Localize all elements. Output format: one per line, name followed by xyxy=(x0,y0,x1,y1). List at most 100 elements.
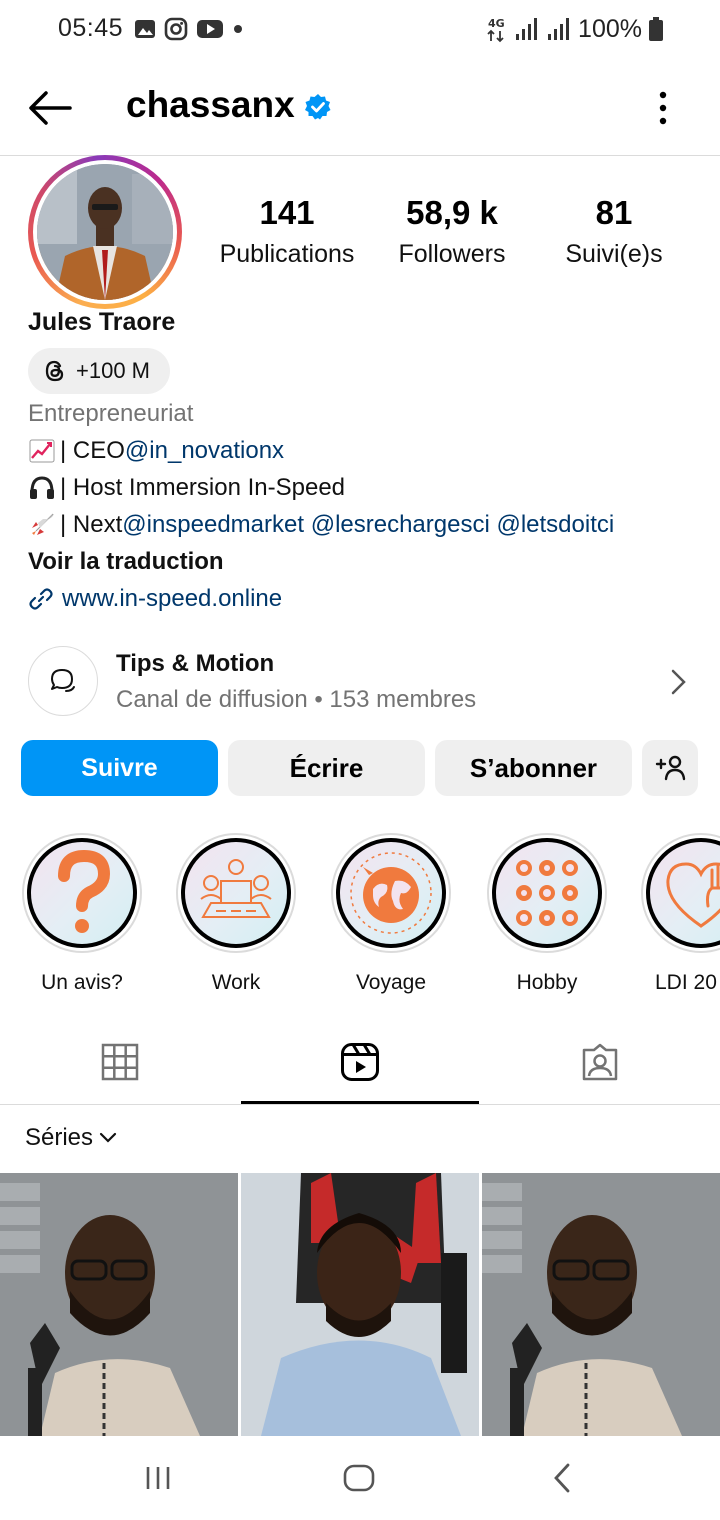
tagged-icon xyxy=(582,1043,618,1081)
grid-icon xyxy=(101,1043,139,1081)
tab-tagged[interactable] xyxy=(480,1020,720,1104)
stat-publications[interactable]: 141 Publications xyxy=(212,194,362,269)
avatar xyxy=(37,164,173,300)
username: chassanx xyxy=(126,84,295,125)
follow-button[interactable]: Suivre xyxy=(21,740,218,796)
recent-apps-icon xyxy=(146,1467,170,1489)
highlight-voyage[interactable]: Voyage xyxy=(331,833,451,995)
globe-plane-icon xyxy=(350,852,432,934)
channel-subtitle: Canal de diffusion • 153 membres xyxy=(116,686,477,713)
profile-header: chassanx xyxy=(0,58,720,156)
reel-thumbnail[interactable] xyxy=(482,1173,720,1436)
reel-thumbnail-image xyxy=(0,1173,238,1436)
recent-apps-button[interactable] xyxy=(128,1456,188,1500)
reel-thumbnail[interactable] xyxy=(0,1173,238,1436)
avatar-story-ring[interactable] xyxy=(28,155,182,309)
back-chevron-icon xyxy=(554,1463,570,1493)
subscribe-button[interactable]: S’abonner xyxy=(435,740,632,796)
gallery-icon xyxy=(135,20,155,38)
stat-followers-label: Followers xyxy=(398,240,506,268)
highlight-label: Voyage xyxy=(355,971,427,994)
stat-publications-value: 141 xyxy=(259,194,315,231)
active-tab-indicator xyxy=(241,1101,479,1104)
add-person-icon xyxy=(655,755,686,781)
reel-thumbnail[interactable] xyxy=(241,1173,479,1436)
channel-icon xyxy=(28,646,98,716)
stat-following-label: Suivi(e)s xyxy=(565,240,663,268)
more-options-icon[interactable] xyxy=(650,86,676,130)
see-translation-link[interactable]: Voir la traduction xyxy=(28,548,224,576)
reel-thumbnail-image xyxy=(241,1173,479,1436)
reel-thumbnail-image xyxy=(482,1173,720,1436)
tab-grid[interactable] xyxy=(0,1020,240,1104)
network-4g-icon: 4G xyxy=(487,17,505,43)
bio-line-host-text: | Host Immersion In-Speed xyxy=(60,474,346,501)
full-name: Jules Traore xyxy=(28,308,176,336)
home-button[interactable] xyxy=(329,1456,389,1500)
channel-title: Tips & Motion xyxy=(116,650,275,677)
highlight-label: LDI 20 xyxy=(655,971,717,994)
mention-list[interactable]: @inspeedmarket @lesrechargesci @letsdoit… xyxy=(122,511,614,539)
chart-increasing-icon xyxy=(29,439,55,463)
battery-icon xyxy=(649,17,663,41)
status-time: 05:45 xyxy=(58,14,124,42)
bio-line-next-text: | Next xyxy=(60,511,123,538)
mention-in-novationx[interactable]: @in_novationx xyxy=(125,437,284,465)
highlight-label: Un avis? xyxy=(41,971,123,994)
avatar-portrait xyxy=(37,164,173,300)
sports-icon xyxy=(516,860,578,926)
signal-icon-2 xyxy=(548,18,570,40)
status-system-icons: 4G 100% xyxy=(486,14,664,44)
threads-icon xyxy=(45,360,64,382)
battery-percent: 100% xyxy=(578,14,642,43)
meeting-icon xyxy=(200,859,272,918)
highlight-ring xyxy=(487,833,607,953)
status-notification-icons xyxy=(134,16,244,42)
stat-followers-value: 58,9 k xyxy=(406,194,498,231)
verified-badge-icon xyxy=(305,94,331,120)
bio-line-ceo-text: | CEO xyxy=(60,437,125,464)
system-navigation-bar xyxy=(0,1436,720,1520)
series-dropdown[interactable]: Séries xyxy=(25,1124,117,1152)
website-link[interactable]: www.in-speed.online xyxy=(28,585,282,613)
bio-line-host: | Host Immersion In-Speed xyxy=(28,474,345,502)
bio-line-next: | Next @inspeedmarket @lesrechargesci @l… xyxy=(28,511,614,539)
heart-hand-icon xyxy=(666,862,720,928)
highlight-ring xyxy=(176,833,296,953)
stat-following[interactable]: 81 Suivi(e)s xyxy=(556,194,672,269)
youtube-icon xyxy=(197,20,223,38)
bio-category: Entrepreneuriat xyxy=(28,400,194,427)
notification-dot-icon xyxy=(234,25,242,33)
broadcast-channel[interactable]: Tips & Motion Canal de diffusion • 153 m… xyxy=(28,646,698,718)
bio-line-ceo: | CEO @in_novationx xyxy=(28,437,284,465)
stat-following-value: 81 xyxy=(595,194,633,231)
highlight-label: Hobby xyxy=(516,971,578,994)
highlight-ldi[interactable]: LDI 20 xyxy=(641,833,720,995)
stat-publications-label: Publications xyxy=(219,240,355,268)
series-label: Séries xyxy=(25,1124,94,1151)
highlight-ring xyxy=(22,833,142,953)
website-url: www.in-speed.online xyxy=(62,585,283,612)
highlight-hobby[interactable]: Hobby xyxy=(487,833,607,995)
chevron-down-icon xyxy=(99,1132,117,1143)
highlight-ring xyxy=(331,833,451,953)
system-back-button[interactable] xyxy=(532,1456,592,1500)
status-bar: 05:45 4G 100% xyxy=(0,0,720,58)
threads-count: +100 M xyxy=(76,358,150,383)
suggested-users-button[interactable] xyxy=(642,740,698,796)
broadcast-chat-icon xyxy=(51,669,75,692)
message-button[interactable]: Écrire xyxy=(228,740,425,796)
back-arrow-icon[interactable] xyxy=(26,88,72,128)
network-label: 4G xyxy=(488,17,505,30)
stat-followers[interactable]: 58,9 k Followers xyxy=(388,194,516,269)
rocket-icon xyxy=(32,513,54,535)
reels-icon xyxy=(341,1043,379,1081)
home-icon xyxy=(343,1464,375,1492)
threads-badge[interactable]: +100 M xyxy=(28,348,170,394)
content-tabs xyxy=(0,1020,720,1105)
tab-reels[interactable] xyxy=(240,1020,480,1104)
highlight-un-avis[interactable]: Un avis? xyxy=(22,833,142,995)
instagram-icon xyxy=(164,17,188,41)
highlight-work[interactable]: Work xyxy=(176,833,296,995)
headphones-icon xyxy=(30,476,54,499)
